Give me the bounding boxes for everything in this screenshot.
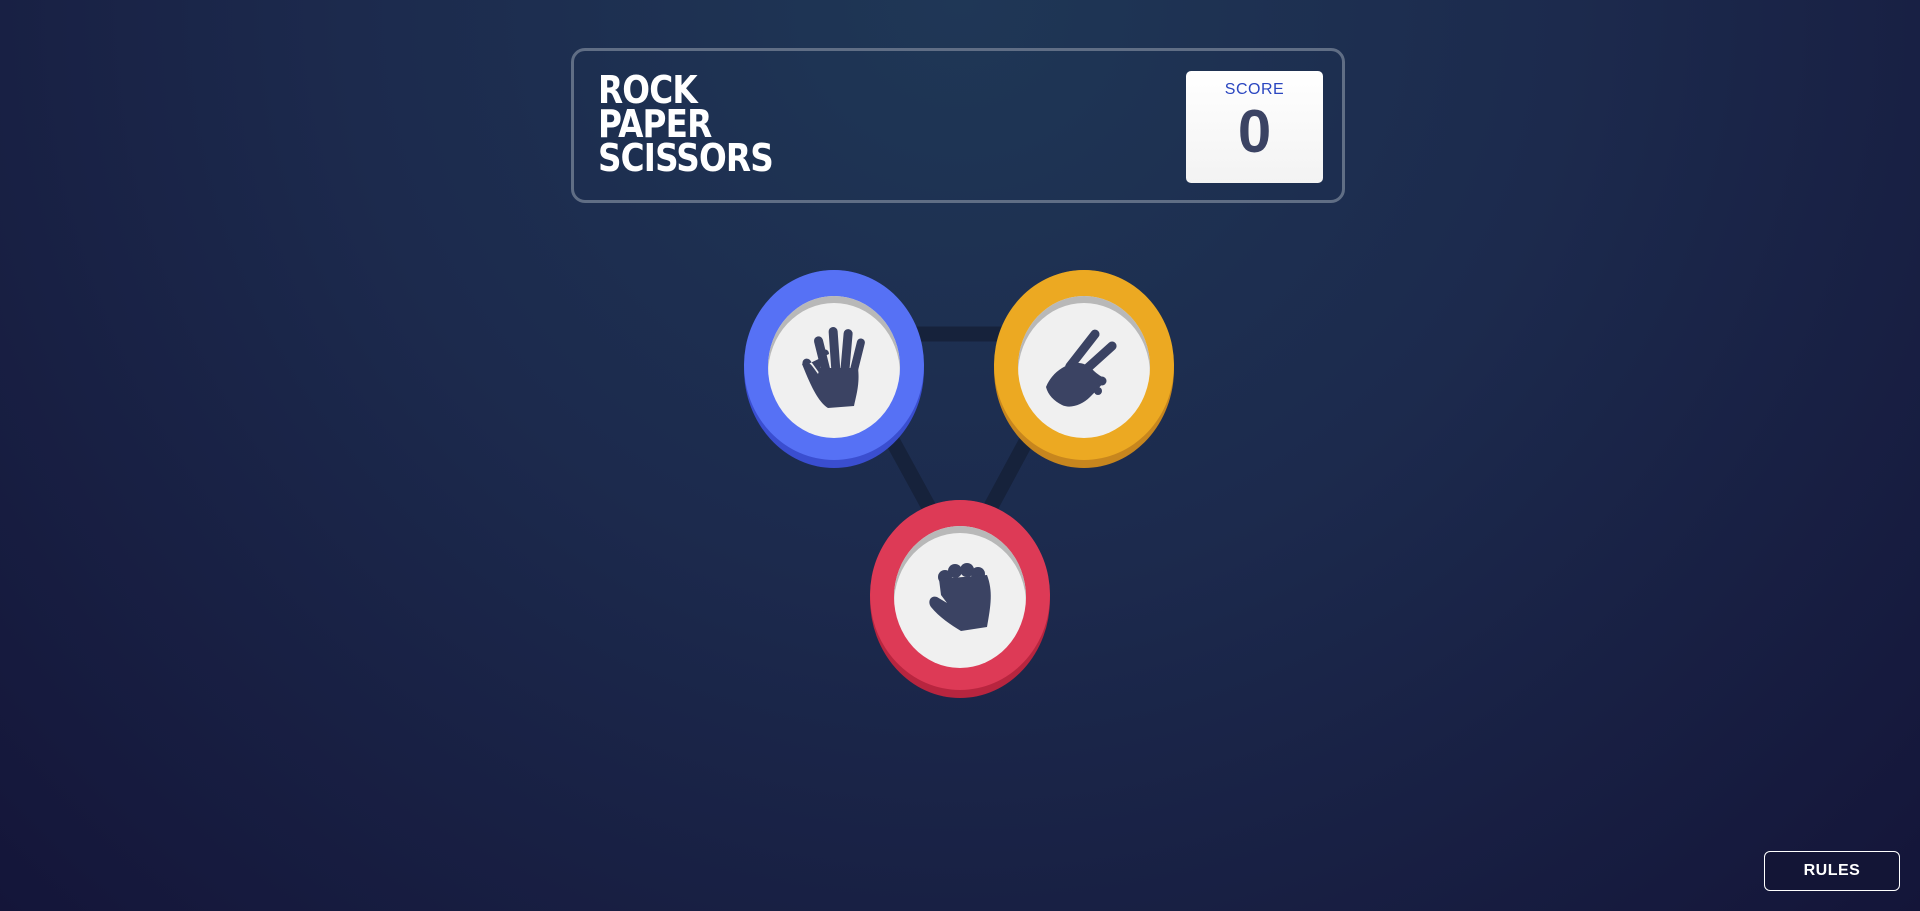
rock-token-face [894,526,1026,668]
title-line-scissors: SCISSORS [598,136,774,180]
game-title: ROCK PAPER SCISSORS [598,71,774,180]
score-box: SCORE 0 [1186,71,1323,183]
score-label: SCORE [1224,81,1285,98]
rock-ring [870,500,1050,690]
paper-token-face [768,296,900,438]
scissors-token-face [1018,296,1150,438]
paper-ring [744,270,924,460]
hand-paper-icon [802,327,865,408]
rules-button[interactable]: RULES [1764,851,1900,891]
score-value: 0 [1237,98,1272,165]
scissors-button[interactable] [994,270,1174,468]
scoreboard-header: ROCK PAPER SCISSORS SCORE 0 [571,48,1345,203]
scissors-ring [994,270,1174,460]
paper-button[interactable] [744,270,924,468]
rock-button[interactable] [870,500,1050,698]
choice-board [740,270,1180,710]
hand-rock-icon [929,563,991,631]
hand-scissors-icon [1046,329,1117,407]
